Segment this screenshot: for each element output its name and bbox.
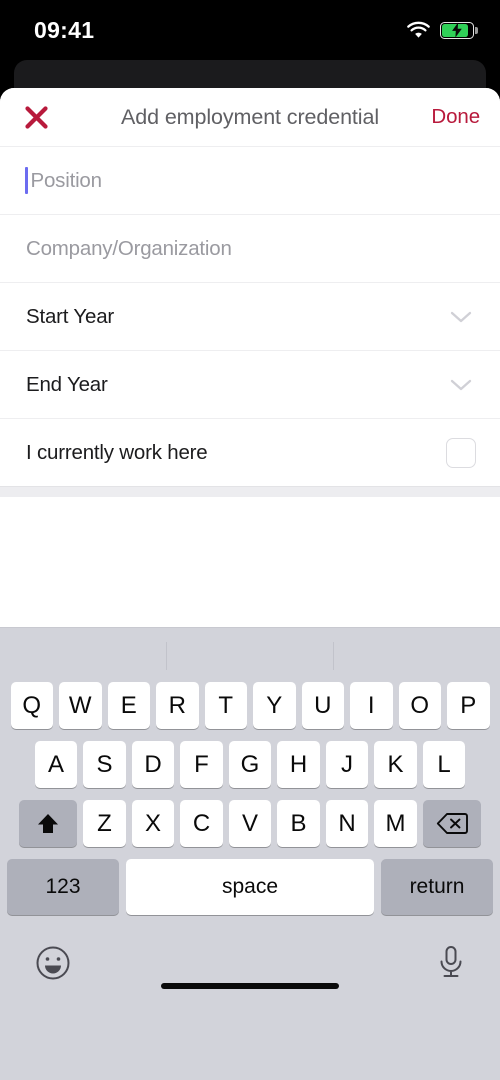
return-key[interactable]: return xyxy=(381,859,493,915)
predictive-divider xyxy=(166,642,168,670)
status-bar: 09:41 xyxy=(0,0,500,60)
onscreen-keyboard: Q W E R T Y U I O P A S D F G H J K L Z … xyxy=(0,627,500,1080)
chevron-down-icon xyxy=(450,379,472,390)
key-q[interactable]: Q xyxy=(10,682,53,729)
close-x-icon xyxy=(24,105,48,129)
key-u[interactable]: U xyxy=(301,682,344,729)
keyboard-rows: Q W E R T Y U I O P A S D F G H J K L Z … xyxy=(0,682,500,915)
key-d[interactable]: D xyxy=(131,741,175,788)
section-separator xyxy=(0,486,500,497)
keyboard-row-4: 123 space return xyxy=(3,859,497,915)
keyboard-bottom-bar xyxy=(0,929,500,1001)
key-e[interactable]: E xyxy=(107,682,150,729)
predictive-divider xyxy=(333,642,335,670)
key-m[interactable]: M xyxy=(374,800,417,847)
page-title: Add employment credential xyxy=(120,104,380,129)
position-field-row[interactable]: Position xyxy=(0,146,500,214)
chevron-down-icon xyxy=(450,311,472,322)
charging-bolt-icon xyxy=(452,22,462,38)
key-w[interactable]: W xyxy=(59,682,102,729)
key-j[interactable]: J xyxy=(325,741,369,788)
end-year-label: End Year xyxy=(26,372,108,396)
dictation-key[interactable] xyxy=(436,944,466,987)
key-k[interactable]: K xyxy=(374,741,417,788)
credential-form: Position Company/Organization Start Year… xyxy=(0,146,500,486)
battery-charging-icon xyxy=(440,21,478,39)
empty-content-area xyxy=(0,497,500,630)
key-l[interactable]: L xyxy=(422,741,466,788)
shift-key[interactable] xyxy=(19,800,78,847)
keyboard-row-3: Z X C V B N M xyxy=(3,800,497,847)
key-y[interactable]: Y xyxy=(253,682,296,729)
emoji-key[interactable] xyxy=(34,944,72,987)
end-year-row[interactable]: End Year xyxy=(0,350,500,418)
key-g[interactable]: G xyxy=(228,741,272,788)
key-t[interactable]: T xyxy=(204,682,247,729)
shift-up-arrow-icon xyxy=(38,813,59,833)
status-time: 09:41 xyxy=(34,16,95,43)
company-field-row[interactable]: Company/Organization xyxy=(0,214,500,282)
backspace-delete-icon xyxy=(436,813,468,834)
key-f[interactable]: F xyxy=(180,741,223,788)
position-input-placeholder: Position xyxy=(30,168,103,192)
key-i[interactable]: I xyxy=(350,682,393,729)
key-a[interactable]: A xyxy=(34,741,78,788)
phone-screen: 09:41 Add employment credential Done Pos… xyxy=(0,0,500,1080)
emoji-smiley-icon xyxy=(36,946,70,979)
key-b[interactable]: B xyxy=(277,800,320,847)
keyboard-row-1: Q W E R T Y U I O P xyxy=(3,682,497,729)
status-indicators xyxy=(406,21,478,40)
key-o[interactable]: O xyxy=(398,682,441,729)
numeric-mode-key[interactable]: 123 xyxy=(7,859,119,915)
key-c[interactable]: C xyxy=(180,800,223,847)
currently-work-here-row[interactable]: I currently work here xyxy=(0,418,500,486)
space-key[interactable]: space xyxy=(126,859,374,915)
start-year-row[interactable]: Start Year xyxy=(0,282,500,350)
done-button[interactable]: Done xyxy=(431,105,480,129)
key-p[interactable]: P xyxy=(447,682,490,729)
company-input-placeholder: Company/Organization xyxy=(26,236,232,260)
key-n[interactable]: N xyxy=(325,800,369,847)
currently-work-here-label: I currently work here xyxy=(26,440,208,464)
text-caret xyxy=(25,167,28,194)
key-r[interactable]: R xyxy=(156,682,199,729)
key-s[interactable]: S xyxy=(83,741,126,788)
sheet-header: Add employment credential Done xyxy=(0,88,500,146)
backspace-key[interactable] xyxy=(422,800,481,847)
predictive-text-bar[interactable] xyxy=(0,627,500,682)
start-year-label: Start Year xyxy=(26,304,115,328)
microphone-icon xyxy=(440,945,462,977)
key-z[interactable]: Z xyxy=(83,800,126,847)
wifi-icon xyxy=(407,21,430,38)
key-h[interactable]: H xyxy=(277,741,320,788)
key-x[interactable]: X xyxy=(131,800,175,847)
keyboard-row-2: A S D F G H J K L xyxy=(3,741,497,788)
currently-work-here-checkbox[interactable] xyxy=(446,437,476,468)
close-button[interactable] xyxy=(18,99,54,135)
home-indicator xyxy=(161,983,339,989)
key-v[interactable]: V xyxy=(228,800,272,847)
